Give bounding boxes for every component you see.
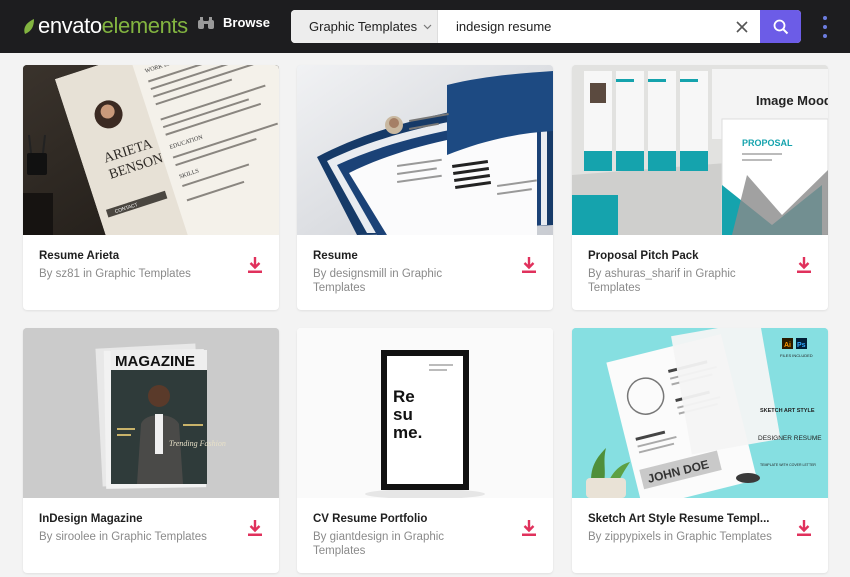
- item-card[interactable]: JOHN DOE Ai Ps FILES INCLUDED SKETCH ART…: [572, 328, 828, 573]
- portfolio-preview-image: Re su me.: [297, 328, 553, 498]
- top-bar: envatoelements Browse Graphic Templates: [0, 0, 850, 53]
- search-input[interactable]: [438, 10, 724, 43]
- item-title[interactable]: Resume: [313, 249, 497, 263]
- item-byline: By giantdesign in Graphic Templates: [313, 531, 445, 557]
- item-card[interactable]: Re su me. CV Resume Portfolio By giantde…: [297, 328, 553, 573]
- item-byline: By siroolee in Graphic Templates: [39, 531, 207, 543]
- clear-search-button[interactable]: [724, 10, 760, 43]
- binoculars-icon: [198, 16, 214, 29]
- illustrator-badge-icon: Ai: [784, 342, 791, 349]
- item-byline: By designsmill in Graphic Templates: [313, 268, 443, 294]
- item-thumbnail[interactable]: [297, 65, 553, 235]
- close-icon: [736, 20, 748, 33]
- item-title[interactable]: Sketch Art Style Resume Templ...: [588, 512, 772, 526]
- item-info: InDesign Magazine By siroolee in Graphic…: [23, 498, 279, 573]
- download-icon[interactable]: [247, 519, 263, 537]
- envato-logo[interactable]: envatoelements: [22, 14, 188, 38]
- logo-text: envatoelements: [38, 13, 188, 38]
- search-icon: [773, 19, 788, 34]
- designer-resume-line: DESIGNER RESUME: [758, 435, 822, 442]
- item-thumbnail[interactable]: Re su me.: [297, 328, 553, 498]
- magazine-cover-line: Trending Fashion: [169, 439, 226, 448]
- category-select[interactable]: Graphic Templates: [291, 10, 438, 43]
- item-info: Resume By designsmill in Graphic Templat…: [297, 235, 553, 310]
- item-thumbnail[interactable]: ARIETA BENSON WORK EXPERIENCE EDUCATION …: [23, 65, 279, 235]
- photoshop-badge-icon: Ps: [797, 342, 806, 349]
- files-included-label: FILES INCLUDED: [780, 353, 813, 358]
- download-icon[interactable]: [796, 519, 812, 537]
- more-menu-icon[interactable]: [819, 16, 831, 38]
- browse-label: Browse: [223, 15, 270, 30]
- item-info: CV Resume Portfolio By giantdesign in Gr…: [297, 498, 553, 573]
- search-button[interactable]: [760, 10, 801, 43]
- sketch-title-line: SKETCH ART STYLE: [760, 408, 815, 414]
- proposal-cover-title: PROPOSAL: [742, 138, 793, 148]
- browse-button[interactable]: Browse: [197, 15, 270, 30]
- resume-preview-image: [297, 65, 553, 235]
- portfolio-title-line2: su: [393, 405, 413, 424]
- search-bar: Graphic Templates: [291, 10, 801, 43]
- download-icon[interactable]: [521, 519, 537, 537]
- proposal-preview-image: Image Mood PROPOSAL: [572, 65, 828, 235]
- item-thumbnail[interactable]: MAGAZINE Trending Fashion: [23, 328, 279, 498]
- portfolio-title-line3: me.: [393, 423, 422, 442]
- item-title[interactable]: Resume Arieta: [39, 249, 223, 263]
- proposal-cover-heading: Image Mood: [756, 93, 828, 108]
- item-byline: By sz81 in Graphic Templates: [39, 268, 191, 280]
- item-title[interactable]: InDesign Magazine: [39, 512, 223, 526]
- sketch-resume-preview-image: JOHN DOE Ai Ps FILES INCLUDED SKETCH ART…: [572, 328, 828, 498]
- download-icon[interactable]: [796, 256, 812, 274]
- item-info: Proposal Pitch Pack By ashuras_sharif in…: [572, 235, 828, 310]
- item-thumbnail[interactable]: JOHN DOE Ai Ps FILES INCLUDED SKETCH ART…: [572, 328, 828, 498]
- portfolio-title-line1: Re: [393, 387, 415, 406]
- item-byline: By ashuras_sharif in Graphic Templates: [588, 268, 736, 294]
- template-cover-letter-line: TEMPLATE WITH COVER LETTER: [760, 463, 816, 467]
- item-info: Sketch Art Style Resume Templ... By zipp…: [572, 498, 828, 573]
- item-card[interactable]: Resume By designsmill in Graphic Templat…: [297, 65, 553, 310]
- resume-preview-image: ARIETA BENSON WORK EXPERIENCE EDUCATION …: [23, 65, 279, 235]
- item-title[interactable]: CV Resume Portfolio: [313, 512, 497, 526]
- item-card[interactable]: Image Mood PROPOSAL Proposal Pitch Pack …: [572, 65, 828, 310]
- download-icon[interactable]: [247, 256, 263, 274]
- chevron-down-icon: [423, 24, 432, 29]
- leaf-icon: [24, 18, 34, 34]
- item-info: Resume Arieta By sz81 in Graphic Templat…: [23, 235, 279, 310]
- magazine-masthead: MAGAZINE: [115, 353, 195, 370]
- item-title[interactable]: Proposal Pitch Pack: [588, 249, 772, 263]
- magazine-preview-image: MAGAZINE Trending Fashion: [23, 328, 279, 498]
- item-card[interactable]: ARIETA BENSON WORK EXPERIENCE EDUCATION …: [23, 65, 279, 310]
- item-byline: By zippypixels in Graphic Templates: [588, 531, 772, 543]
- item-card[interactable]: MAGAZINE Trending Fashion InDesign Magaz…: [23, 328, 279, 573]
- item-thumbnail[interactable]: Image Mood PROPOSAL: [572, 65, 828, 235]
- download-icon[interactable]: [521, 256, 537, 274]
- category-select-label: Graphic Templates: [309, 19, 418, 34]
